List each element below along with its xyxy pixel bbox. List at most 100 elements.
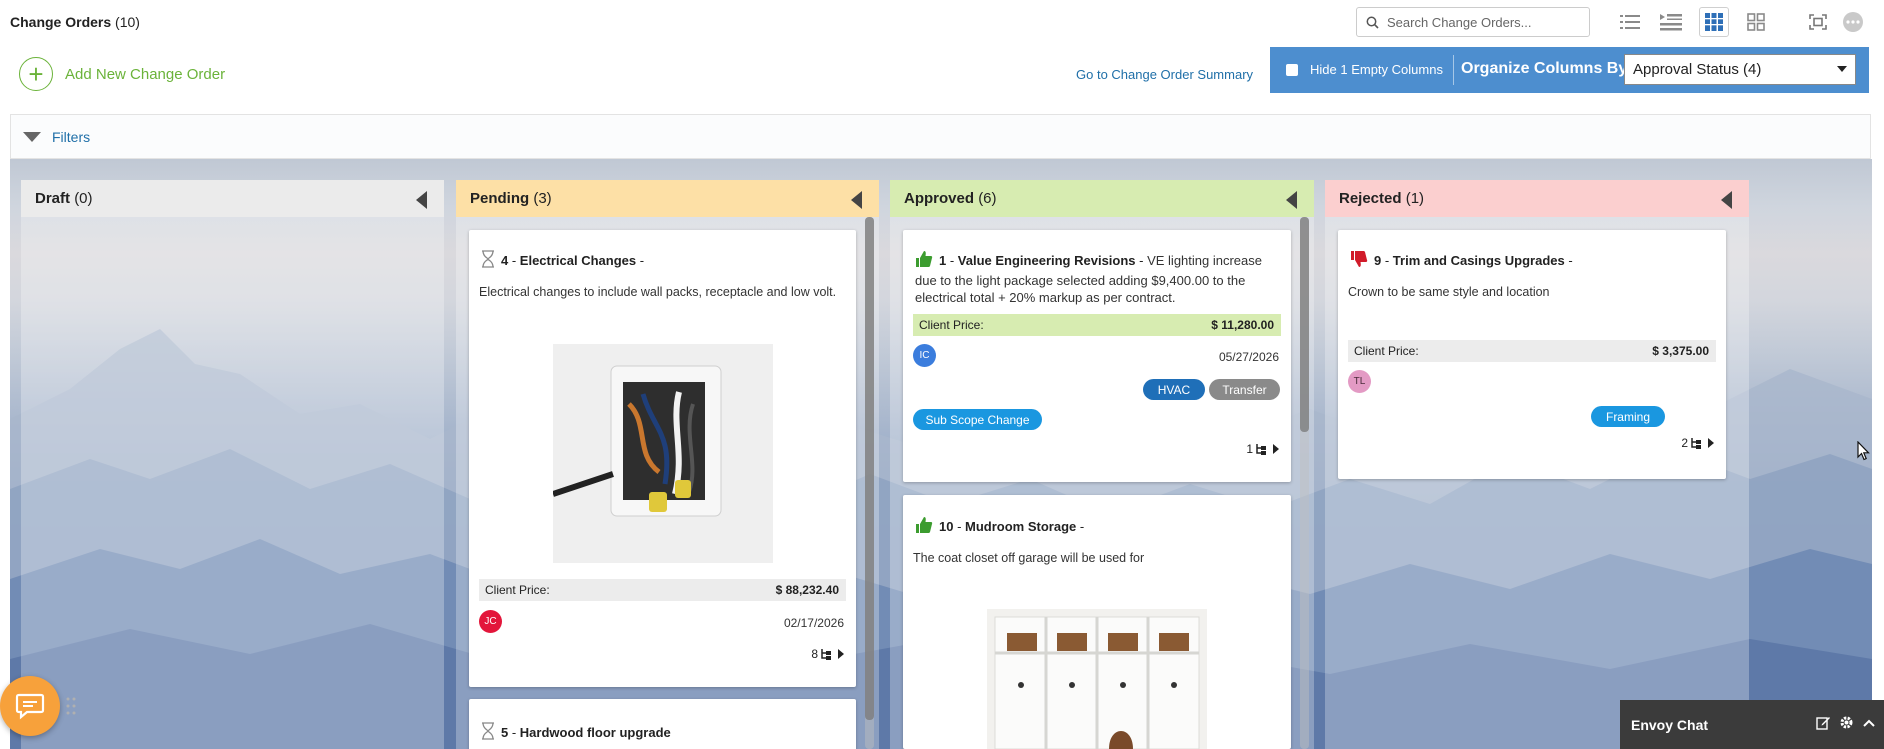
collapse-column-icon[interactable] xyxy=(851,191,862,209)
add-change-order-label: Add New Change Order xyxy=(65,65,226,83)
add-change-order-button[interactable]: + Add New Change Order xyxy=(19,57,225,91)
electrical-box-photo xyxy=(553,344,773,563)
due-date: 02/17/2026 xyxy=(783,616,844,630)
change-order-summary-link[interactable]: Go to Change Order Summary xyxy=(1076,67,1253,82)
card-title: 1 - Value Engineering Revisions - VE lig… xyxy=(915,250,1281,306)
avatar[interactable]: TL xyxy=(1348,370,1371,393)
drag-handle-icon[interactable] xyxy=(66,697,76,715)
collapse-column-icon[interactable] xyxy=(1721,191,1732,209)
client-price-label: Client Price: xyxy=(485,583,550,597)
filters-bar[interactable]: Filters xyxy=(10,114,1871,159)
thumbs-up-icon xyxy=(915,516,933,538)
more-icon xyxy=(1843,12,1863,32)
hide-empty-columns-label[interactable]: Hide 1 Empty Columns xyxy=(1310,62,1443,77)
change-order-card[interactable]: 5 - Hardwood floor upgrade xyxy=(469,699,856,749)
sub-items-count[interactable]: 2 xyxy=(1681,436,1714,450)
change-order-card[interactable]: 9 - Trim and Casings Upgrades - Crown to… xyxy=(1338,230,1726,479)
top-bar: Change Orders (10) xyxy=(0,0,1884,44)
tag-hvac[interactable]: HVAC xyxy=(1143,379,1205,400)
change-order-count: (10) xyxy=(115,14,140,30)
client-price-label: Client Price: xyxy=(919,318,984,332)
card-title: 10 - Mudroom Storage - xyxy=(915,516,1281,538)
tag-sub-scope-change[interactable]: Sub Scope Change xyxy=(913,409,1042,430)
thumbs-up-icon xyxy=(915,250,933,272)
tag-framing[interactable]: Framing xyxy=(1591,406,1665,427)
envoy-chat-panel[interactable]: Envoy Chat xyxy=(1620,700,1884,749)
filters-label[interactable]: Filters xyxy=(52,129,90,145)
thumbs-down-icon xyxy=(1350,250,1368,272)
column-body-draft xyxy=(21,217,444,749)
organize-select-value: Approval Status (4) xyxy=(1633,61,1762,78)
board-view-icon xyxy=(1705,13,1723,31)
organize-columns-select[interactable]: Approval Status (4) xyxy=(1624,54,1856,85)
chat-launcher-button[interactable] xyxy=(0,676,60,736)
fullscreen-button[interactable] xyxy=(1803,7,1833,37)
change-order-card[interactable]: 4 - Electrical Changes - Electrical chan… xyxy=(469,230,856,687)
change-order-card[interactable]: 10 - Mudroom Storage - The coat closet o… xyxy=(903,495,1291,749)
hourglass-icon xyxy=(481,722,495,744)
collapse-column-icon[interactable] xyxy=(416,191,427,209)
search-icon xyxy=(1366,16,1379,29)
plus-icon: + xyxy=(19,57,53,91)
client-price-value: $ 3,375.00 xyxy=(1652,344,1709,358)
column-scroll-thumb[interactable] xyxy=(1300,217,1309,432)
list-detail-icon xyxy=(1660,14,1682,31)
column-header-draft: Draft (0) xyxy=(21,180,444,217)
organize-divider xyxy=(1453,55,1454,85)
page-title: Change Orders (10) xyxy=(10,14,140,30)
hierarchy-icon xyxy=(1256,444,1266,455)
mouse-cursor-icon xyxy=(1857,441,1870,461)
column-title-pending: Pending (3) xyxy=(470,190,552,207)
sub-items-count[interactable]: 1 xyxy=(1246,442,1279,456)
due-date: 05/27/2026 xyxy=(1218,350,1279,364)
column-header-rejected: Rejected (1) xyxy=(1325,180,1749,217)
gear-icon[interactable] xyxy=(1839,715,1854,730)
caret-down-icon xyxy=(23,132,41,142)
search-input[interactable] xyxy=(1387,13,1583,31)
grid-view-button[interactable] xyxy=(1741,7,1771,37)
card-description: The coat closet off garage will be used … xyxy=(913,551,1145,565)
caret-right-icon xyxy=(838,649,844,659)
card-title: 4 - Electrical Changes - xyxy=(481,250,846,272)
client-price-label: Client Price: xyxy=(1354,344,1419,358)
list-compact-view-button[interactable] xyxy=(1615,7,1645,37)
change-order-card[interactable]: 1 - Value Engineering Revisions - VE lig… xyxy=(903,230,1291,482)
envoy-chat-controls xyxy=(1816,715,1876,730)
column-header-approved: Approved (6) xyxy=(890,180,1314,217)
envoy-chat-title: Envoy Chat xyxy=(1631,717,1709,733)
card-title: 5 - Hardwood floor upgrade xyxy=(481,722,846,744)
client-price-bar: Client Price: $ 11,280.00 xyxy=(913,314,1281,336)
avatar[interactable]: JC xyxy=(479,610,502,633)
collapse-column-icon[interactable] xyxy=(1286,191,1297,209)
avatar[interactable]: IC xyxy=(913,344,936,367)
tag-transfer[interactable]: Transfer xyxy=(1209,379,1280,400)
sub-items-count[interactable]: 8 xyxy=(811,647,844,661)
hourglass-icon xyxy=(481,250,495,272)
search-box[interactable] xyxy=(1356,7,1590,37)
caret-right-icon xyxy=(1273,444,1279,454)
more-options-button[interactable] xyxy=(1838,7,1868,37)
hierarchy-icon xyxy=(821,649,831,660)
board-view-button[interactable] xyxy=(1699,7,1729,37)
chat-bubble-icon xyxy=(15,693,45,720)
organize-columns-label: Organize Columns By xyxy=(1461,60,1628,77)
mudroom-cubbies-photo xyxy=(987,609,1207,749)
compose-icon[interactable] xyxy=(1816,715,1831,730)
column-draft: Draft (0) xyxy=(21,180,444,749)
hide-empty-columns-checkbox[interactable] xyxy=(1286,64,1298,76)
client-price-bar: Client Price: $ 3,375.00 xyxy=(1348,340,1716,362)
hierarchy-icon xyxy=(1691,438,1701,449)
column-title-rejected: Rejected (1) xyxy=(1339,190,1425,207)
caret-right-icon xyxy=(1708,438,1714,448)
chevron-up-icon[interactable] xyxy=(1862,718,1876,728)
client-price-value: $ 88,232.40 xyxy=(775,583,839,597)
column-approved: Approved (6) 1 - Value Engineering Revis… xyxy=(890,180,1314,749)
grid-view-icon xyxy=(1747,13,1765,31)
column-title-approved: Approved (6) xyxy=(904,190,997,207)
column-rejected: Rejected (1) 9 - Trim and Casings Upgrad… xyxy=(1325,180,1749,749)
column-title-draft: Draft (0) xyxy=(35,190,93,207)
list-detail-view-button[interactable] xyxy=(1656,7,1686,37)
client-price-value: $ 11,280.00 xyxy=(1211,318,1274,332)
organize-bar: Hide 1 Empty Columns Organize Columns By… xyxy=(1270,47,1869,93)
column-scroll-thumb[interactable] xyxy=(865,217,874,720)
